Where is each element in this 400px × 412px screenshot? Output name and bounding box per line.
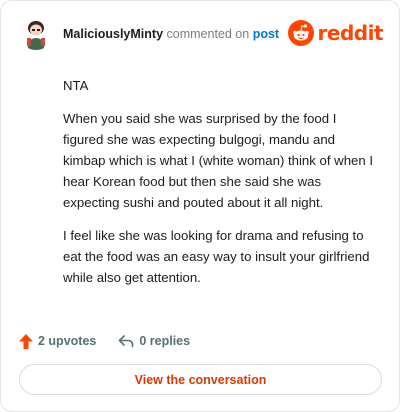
comment-header: MaliciouslyMinty commented on post reddi… (19, 15, 384, 51)
comment-paragraph: NTA (63, 78, 89, 93)
upvotes-stat[interactable]: 2 upvotes (19, 333, 97, 349)
comment-stats: 2 upvotes 0 replies (19, 331, 190, 351)
avatar[interactable] (19, 16, 53, 50)
comment-card: MaliciouslyMinty commented on post reddi… (0, 0, 400, 412)
comment-body: NTA When you said she was surprised by t… (63, 75, 379, 300)
username-link[interactable]: MaliciouslyMinty (63, 27, 163, 41)
replies-stat[interactable]: 0 replies (118, 334, 190, 348)
reddit-wordmark: reddit (317, 21, 384, 45)
commented-on-text: commented on (166, 27, 250, 41)
comment-paragraph: When you said she was surprised by the f… (63, 111, 374, 210)
view-conversation-button[interactable]: View the conversation (19, 364, 382, 395)
upvote-arrow-icon (19, 333, 33, 349)
reddit-logo[interactable]: reddit (287, 20, 384, 46)
comment-byline: MaliciouslyMinty commented on post (63, 27, 279, 41)
upvotes-count: 2 upvotes (38, 334, 97, 348)
comment-paragraph: I feel like she was looking for drama an… (63, 228, 370, 285)
reply-arrow-icon (119, 335, 134, 348)
reddit-logo-icon (287, 20, 314, 46)
post-link[interactable]: post (253, 27, 279, 41)
replies-count: 0 replies (139, 334, 191, 348)
